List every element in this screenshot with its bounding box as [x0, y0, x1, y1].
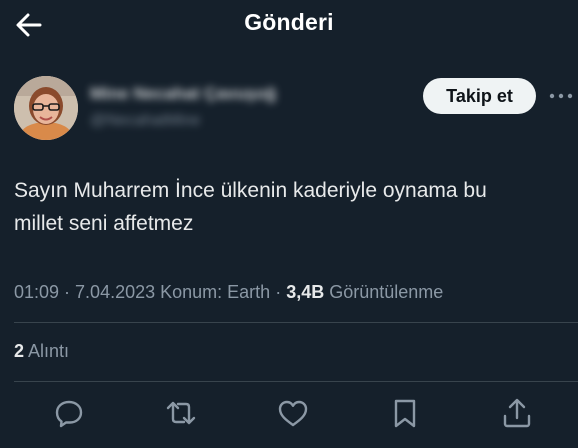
meta-separator: ·	[59, 282, 76, 302]
author-handle[interactable]: @NecahatMine	[90, 112, 201, 130]
top-bar: Gönderi	[0, 0, 578, 52]
tweet-meta: 01:09 · 7.04.2023 Konum: Earth · 3,4B Gö…	[14, 282, 443, 303]
tweet-text-line: Sayın Muharrem İnce ülkenin kaderiyle oy…	[14, 179, 487, 202]
tweet-time[interactable]: 01:09	[14, 282, 59, 302]
bookmark-icon	[394, 399, 416, 428]
share-icon	[503, 398, 531, 428]
tweet-date[interactable]: 7.04.2023	[75, 282, 155, 302]
more-horizontal-icon	[549, 93, 573, 99]
share-button[interactable]	[500, 396, 534, 430]
tweet-location: Konum: Earth	[155, 282, 271, 302]
bookmark-button[interactable]	[388, 396, 422, 430]
quotes-label: Alıntı	[24, 341, 70, 361]
meta-separator: ·	[270, 282, 287, 302]
reply-button[interactable]	[52, 396, 86, 430]
retweet-icon	[166, 401, 196, 425]
divider	[14, 322, 578, 323]
tweet-text-line: millet seni affetmez	[14, 212, 194, 235]
author-name[interactable]: Mine Necahat Çavuşoğ	[90, 84, 276, 104]
like-button[interactable]	[276, 396, 310, 430]
follow-button[interactable]: Takip et	[423, 78, 536, 114]
like-icon	[278, 400, 308, 427]
page-title: Gönderi	[244, 9, 334, 35]
tweet-text: Sayın Muharrem İnce ülkenin kaderiyle oy…	[14, 174, 570, 240]
avatar[interactable]	[14, 76, 78, 140]
user-avatar-image	[14, 76, 78, 140]
reply-icon	[55, 400, 83, 428]
views-label[interactable]: Görüntülenme	[324, 282, 443, 302]
quotes-stat[interactable]: 2 Alıntı	[14, 341, 69, 362]
more-options-button[interactable]	[548, 88, 574, 104]
views-count[interactable]: 3,4B	[286, 282, 324, 302]
quotes-count: 2	[14, 341, 25, 361]
retweet-button[interactable]	[164, 396, 198, 430]
divider	[14, 381, 578, 382]
